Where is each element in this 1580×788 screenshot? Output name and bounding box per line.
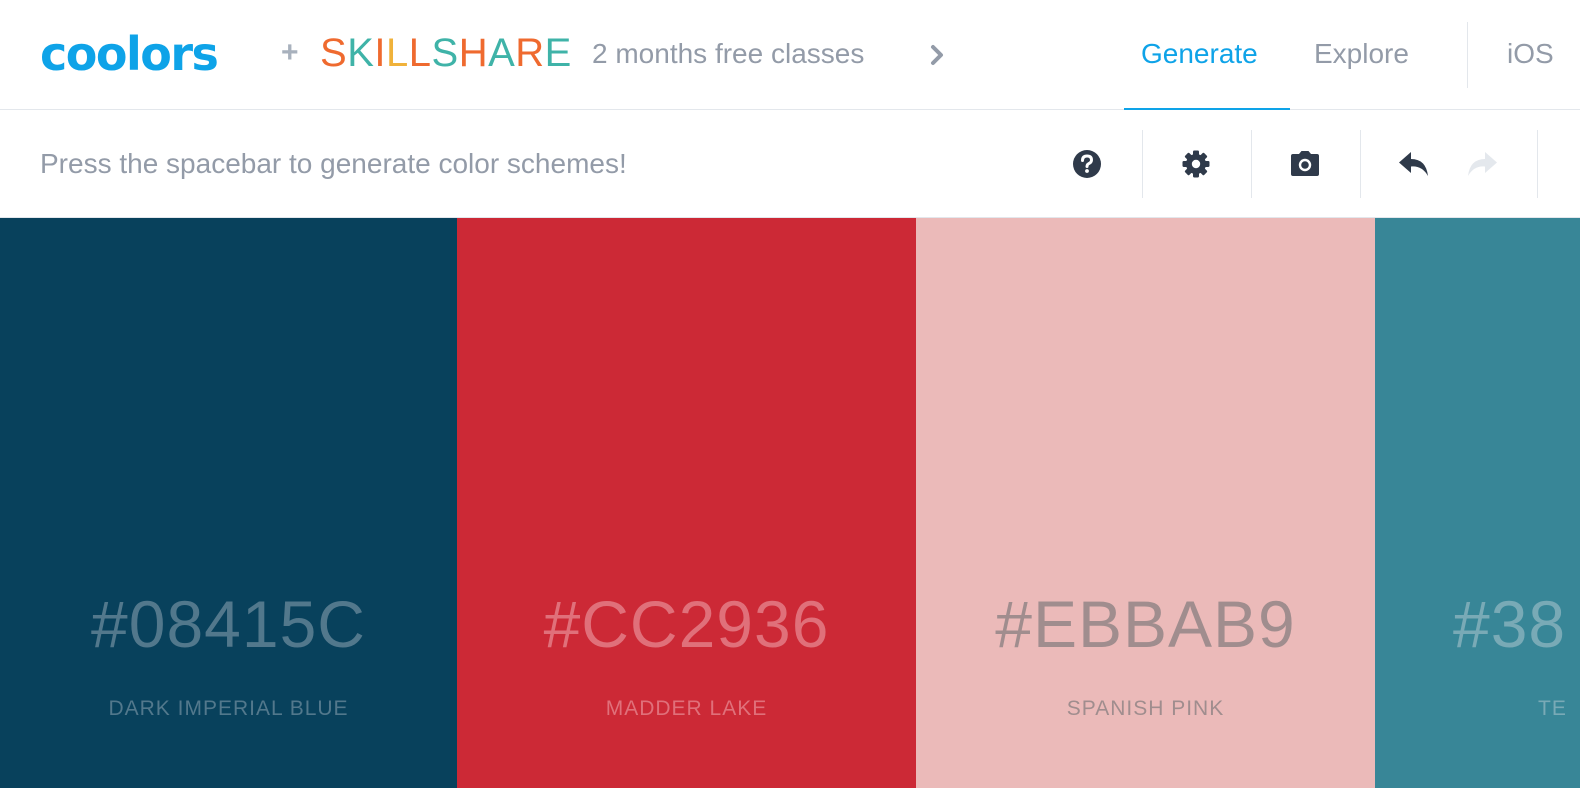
camera-button[interactable] [1269,110,1341,218]
color-swatch[interactable]: #38 TE [1375,218,1580,788]
skillshare-letter: L [408,31,432,75]
swatch-color-name: MADDER LAKE [605,697,768,720]
toolbar-divider [1537,130,1538,198]
swatch-color-name: SPANISH PINK [1066,697,1225,720]
camera-icon [1291,151,1319,176]
toolbar-divider [1251,130,1252,198]
swatch-color-name: DARK IMPERIAL BLUE [108,697,349,720]
partner-plus-sign: + [281,36,299,69]
nav-tab-ios[interactable]: iOS [1507,34,1554,74]
swatch-hex-code[interactable]: #38 [1453,586,1566,662]
skillshare-letter: S [431,31,459,75]
color-swatch[interactable]: #08415C DARK IMPERIAL BLUE [0,218,457,788]
toolbar-divider [1142,130,1143,198]
toolbar-divider [1360,130,1361,198]
top-navigation-bar: coolors + SKILLSHARE 2 months free class… [0,0,1580,110]
coolors-app: coolors + SKILLSHARE 2 months free class… [0,0,1580,788]
swatch-color-name: TE [1538,697,1567,720]
help-icon [1073,150,1101,178]
redo-icon [1468,152,1497,176]
settings-icon [1182,150,1210,178]
skillshare-logo[interactable]: SKILLSHARE [320,28,572,78]
promo-link[interactable]: 2 months free classes [592,34,864,74]
undo-button[interactable] [1388,110,1440,218]
swatch-hex-code[interactable]: #08415C [0,586,457,662]
nav-divider [1467,22,1468,88]
skillshare-letter: I [374,31,386,75]
chevron-right-icon[interactable] [926,44,948,66]
settings-button[interactable] [1160,110,1232,218]
generator-toolbar: Press the spacebar to generate color sch… [0,110,1580,218]
swatch-hex-code[interactable]: #CC2936 [457,586,916,662]
skillshare-letter: A [488,31,516,75]
skillshare-letter: S [320,31,348,75]
redo-button[interactable] [1456,110,1508,218]
skillshare-letter: K [347,31,375,75]
spacebar-hint: Press the spacebar to generate color sch… [40,148,627,179]
coolors-logo[interactable]: coolors [40,26,219,82]
swatch-hex-code[interactable]: #EBBAB9 [916,586,1375,662]
nav-tab-explore[interactable]: Explore [1314,34,1409,74]
undo-icon [1399,152,1428,176]
color-swatch[interactable]: #EBBAB9 SPANISH PINK [916,218,1375,788]
nav-tab-generate[interactable]: Generate [1141,34,1258,74]
skillshare-letter: L [386,31,409,75]
color-swatch[interactable]: #CC2936 MADDER LAKE [457,218,916,788]
skillshare-letter: H [458,31,489,75]
help-button[interactable] [1052,110,1122,218]
color-palette: #08415C DARK IMPERIAL BLUE #CC2936 MADDE… [0,218,1580,788]
skillshare-letter: R [515,31,545,75]
skillshare-letter: E [544,31,572,75]
